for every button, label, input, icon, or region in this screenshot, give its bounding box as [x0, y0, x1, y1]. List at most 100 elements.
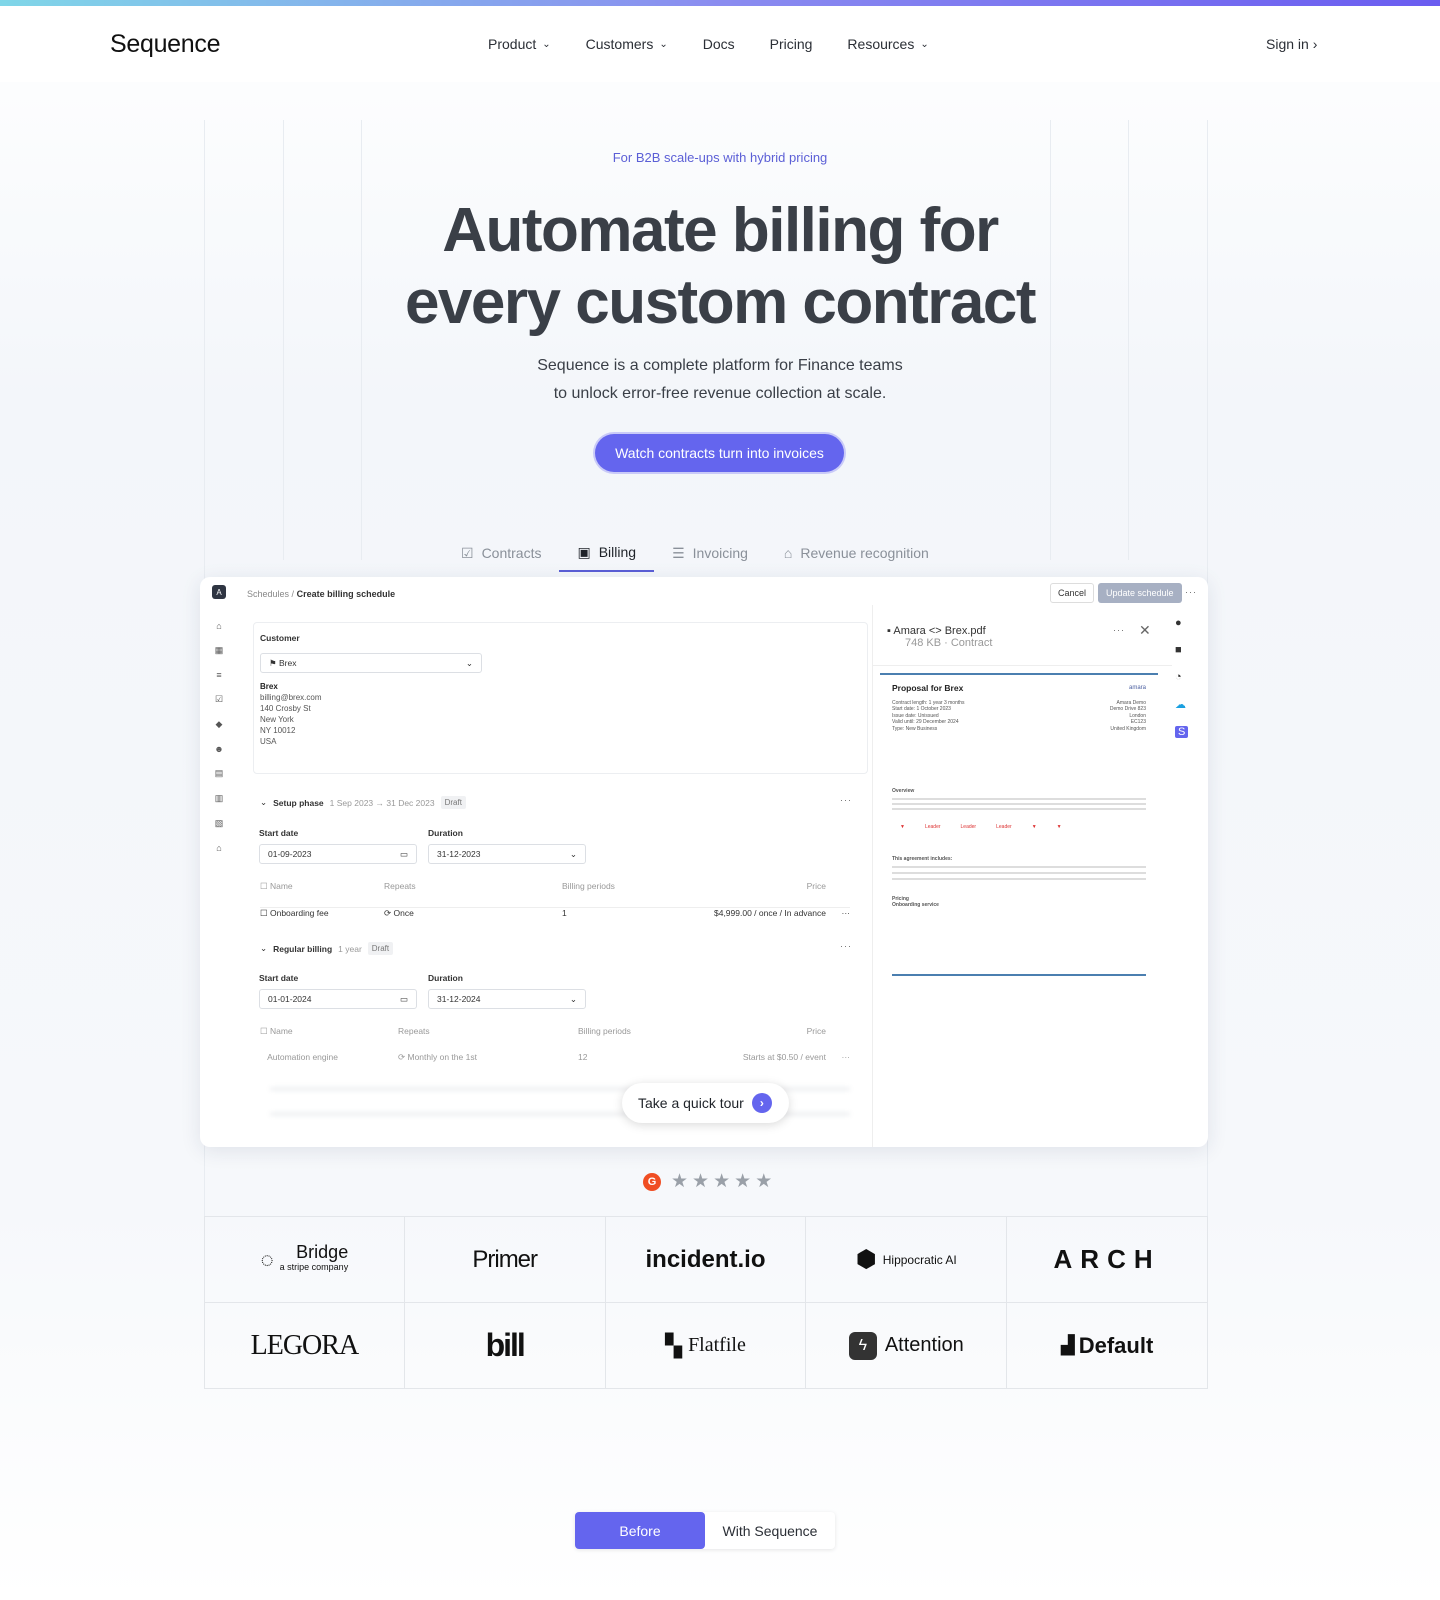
nav-resources[interactable]: Resources ⌄: [847, 36, 928, 52]
right-rail: ● ■ ◔ ☁ S: [1175, 617, 1189, 738]
chevron-right-icon: ›: [751, 1093, 772, 1113]
info-icon[interactable]: ●: [1175, 617, 1188, 629]
card-icon[interactable]: ▥: [215, 793, 224, 804]
chevron-down-icon: ⌄: [260, 943, 268, 953]
breadcrumb-schedules[interactable]: Schedules: [247, 589, 289, 599]
star-icon: ★: [671, 1171, 689, 1192]
with-sequence-toggle[interactable]: With Sequence: [705, 1512, 835, 1549]
navbar: Sequence Product ⌄ Customers ⌄ Docs Pricin…: [0, 6, 1440, 82]
contract-icon: ☑: [461, 544, 474, 561]
file-icon[interactable]: ■: [1175, 644, 1188, 656]
logo-hippocratic: ⬢ Hippocratic AI: [806, 1217, 1008, 1303]
calendar-icon: ▣: [577, 543, 591, 560]
more-icon[interactable]: ···: [1185, 587, 1197, 597]
calendar-icon: ▭: [399, 993, 408, 1004]
duration-label: Duration: [428, 973, 463, 983]
close-icon[interactable]: ✕: [1139, 622, 1152, 639]
table-row[interactable]: ☐ Onboarding fee ⟳ Once 1 $4,999.00 / once …: [260, 907, 850, 919]
avatar[interactable]: A: [212, 585, 226, 599]
status-badge: Draft: [440, 796, 466, 809]
chevron-down-icon: ⌄: [569, 993, 577, 1004]
bank-icon: ⌂: [783, 545, 793, 561]
more-icon[interactable]: ···: [840, 941, 852, 951]
main-menu: Product ⌄ Customers ⌄ Docs Pricing Resourc…: [488, 36, 929, 52]
stripe-icon[interactable]: S: [1175, 726, 1189, 738]
terminal-icon[interactable]: ▤: [215, 768, 224, 779]
customer-logos: ◌ Bridge a stripe company Primer incident.…: [204, 1216, 1208, 1389]
breadcrumb: Schedules / Create billing schedule: [247, 589, 396, 599]
status-badge: Draft: [367, 942, 394, 955]
pdf-preview: Proposal for Brex amara Contract length: …: [880, 673, 1158, 1147]
app-preview: A ⌂ ▦ ≡ ☑ ◆ ☻ ▤ ▥ ▧ ⌂ Schedules / Create billing …: [200, 577, 1208, 1147]
more-icon[interactable]: ···: [1113, 625, 1125, 635]
nav-docs[interactable]: Docs: [703, 36, 735, 52]
calendar-icon[interactable]: ▦: [215, 645, 224, 656]
customer-details: Brex billing@brex.com 140 Crosby St New Yo…: [260, 682, 322, 746]
document-panel: ▪ Amara <> Brex.pdf 748 KB · Contract ···…: [872, 605, 1172, 1147]
chevron-right-icon: ›: [1312, 36, 1318, 52]
product-tabs: ☑ Contracts ▣ Billing ☰ Invoicing ⌂ Revenue …: [443, 534, 947, 572]
more-icon[interactable]: ···: [840, 795, 852, 805]
logo-bridge: ◌ Bridge a stripe company: [204, 1217, 405, 1303]
users-icon[interactable]: ☻: [214, 744, 223, 754]
calendar-icon: ▭: [399, 848, 408, 859]
stack-icon[interactable]: ≡: [216, 670, 221, 680]
nav-product[interactable]: Product ⌄: [488, 36, 551, 52]
logo-flatfile: ▚ Flatfile: [605, 1303, 807, 1389]
repeat-icon: ⟳: [384, 908, 392, 918]
chevron-down-icon: ⌄: [465, 657, 473, 668]
app-sidebar: A ⌂ ▦ ≡ ☑ ◆ ☻ ▤ ▥ ▧ ⌂: [200, 577, 238, 1147]
logo-attention: ϟ Attention: [806, 1303, 1008, 1389]
g2-rating: G ★ ★ ★ ★ ★: [643, 1170, 772, 1193]
contract-icon[interactable]: ☑: [215, 694, 223, 705]
watch-cta-button[interactable]: Watch contracts turn into invoices: [595, 434, 844, 472]
bank-icon[interactable]: ⌂: [216, 843, 221, 853]
tab-invoicing[interactable]: ☰ Invoicing: [654, 534, 766, 572]
more-icon: ···: [841, 908, 851, 918]
clock-icon[interactable]: ◔: [1175, 671, 1188, 683]
table-header: ☐ Name Repeats Billing periods Price: [260, 881, 826, 891]
update-schedule-button[interactable]: Update schedule: [1098, 583, 1182, 603]
nav-customers[interactable]: Customers ⌄: [586, 36, 668, 52]
quick-tour-button[interactable]: Take a quick tour ›: [622, 1083, 789, 1123]
hero-subtitle: Sequence is a complete platform for Fina…: [537, 357, 903, 402]
customer-select[interactable]: ⚑ Brex ⌄: [260, 653, 482, 673]
sign-in-link[interactable]: Sign in ›: [1266, 36, 1317, 52]
start-date-input[interactable]: 01-09-2023 ▭: [259, 844, 417, 864]
duration-label: Duration: [428, 828, 463, 838]
start-date-input[interactable]: 01-01-2024 ▭: [259, 989, 417, 1009]
nav-pricing[interactable]: Pricing: [770, 36, 813, 52]
logo[interactable]: Sequence: [110, 30, 221, 59]
store-icon[interactable]: ▧: [215, 818, 224, 829]
doc-meta: 748 KB · Contract: [905, 637, 993, 649]
before-toggle[interactable]: Before: [575, 1512, 705, 1549]
logo-bill: bill: [404, 1303, 606, 1389]
customer-label: Customer: [260, 633, 300, 643]
doc-name: Amara <> Brex.pdf: [893, 625, 986, 637]
grid-line: [1128, 120, 1129, 560]
tab-billing[interactable]: ▣ Billing: [559, 534, 655, 572]
logo-primer: Primer: [404, 1217, 606, 1303]
logo-legora: LEGORA: [204, 1303, 405, 1389]
hero-eyebrow: For B2B scale-ups with hybrid pricing: [612, 150, 828, 165]
grid-line: [1050, 120, 1051, 560]
g2-logo: G: [643, 1172, 661, 1191]
setup-phase-header[interactable]: ⌄ Setup phase 1 Sep 2023 → 31 Dec 2023 Draf…: [260, 796, 466, 809]
salesforce-icon[interactable]: ☁: [1175, 698, 1188, 711]
duration-select[interactable]: 31-12-2024 ⌄: [428, 989, 586, 1009]
cube-icon[interactable]: ◆: [216, 719, 223, 730]
hero-title: Automate billing for every custom contrac…: [404, 196, 1037, 337]
logo-default: ▟ Default: [1007, 1303, 1208, 1389]
tab-revenue-recognition[interactable]: ⌂ Revenue recognition: [766, 534, 947, 572]
table-row[interactable]: Automation engine ⟳ Monthly on the 1st 12 S…: [260, 1052, 850, 1063]
invoice-stack-icon: ☰: [672, 544, 685, 561]
tab-contracts[interactable]: ☑ Contracts: [443, 534, 559, 572]
star-icon: ★: [713, 1171, 731, 1192]
home-icon[interactable]: ⌂: [216, 621, 221, 631]
regular-billing-header[interactable]: ⌄ Regular billing 1 year Draft: [260, 942, 394, 955]
star-icon: ★: [755, 1171, 773, 1192]
before-after-toggle: Before With Sequence: [575, 1512, 835, 1549]
cancel-button[interactable]: Cancel: [1050, 583, 1095, 603]
table-header: ☐ Name Repeats Billing periods Price: [260, 1026, 826, 1036]
duration-select[interactable]: 31-12-2023 ⌄: [428, 844, 586, 864]
